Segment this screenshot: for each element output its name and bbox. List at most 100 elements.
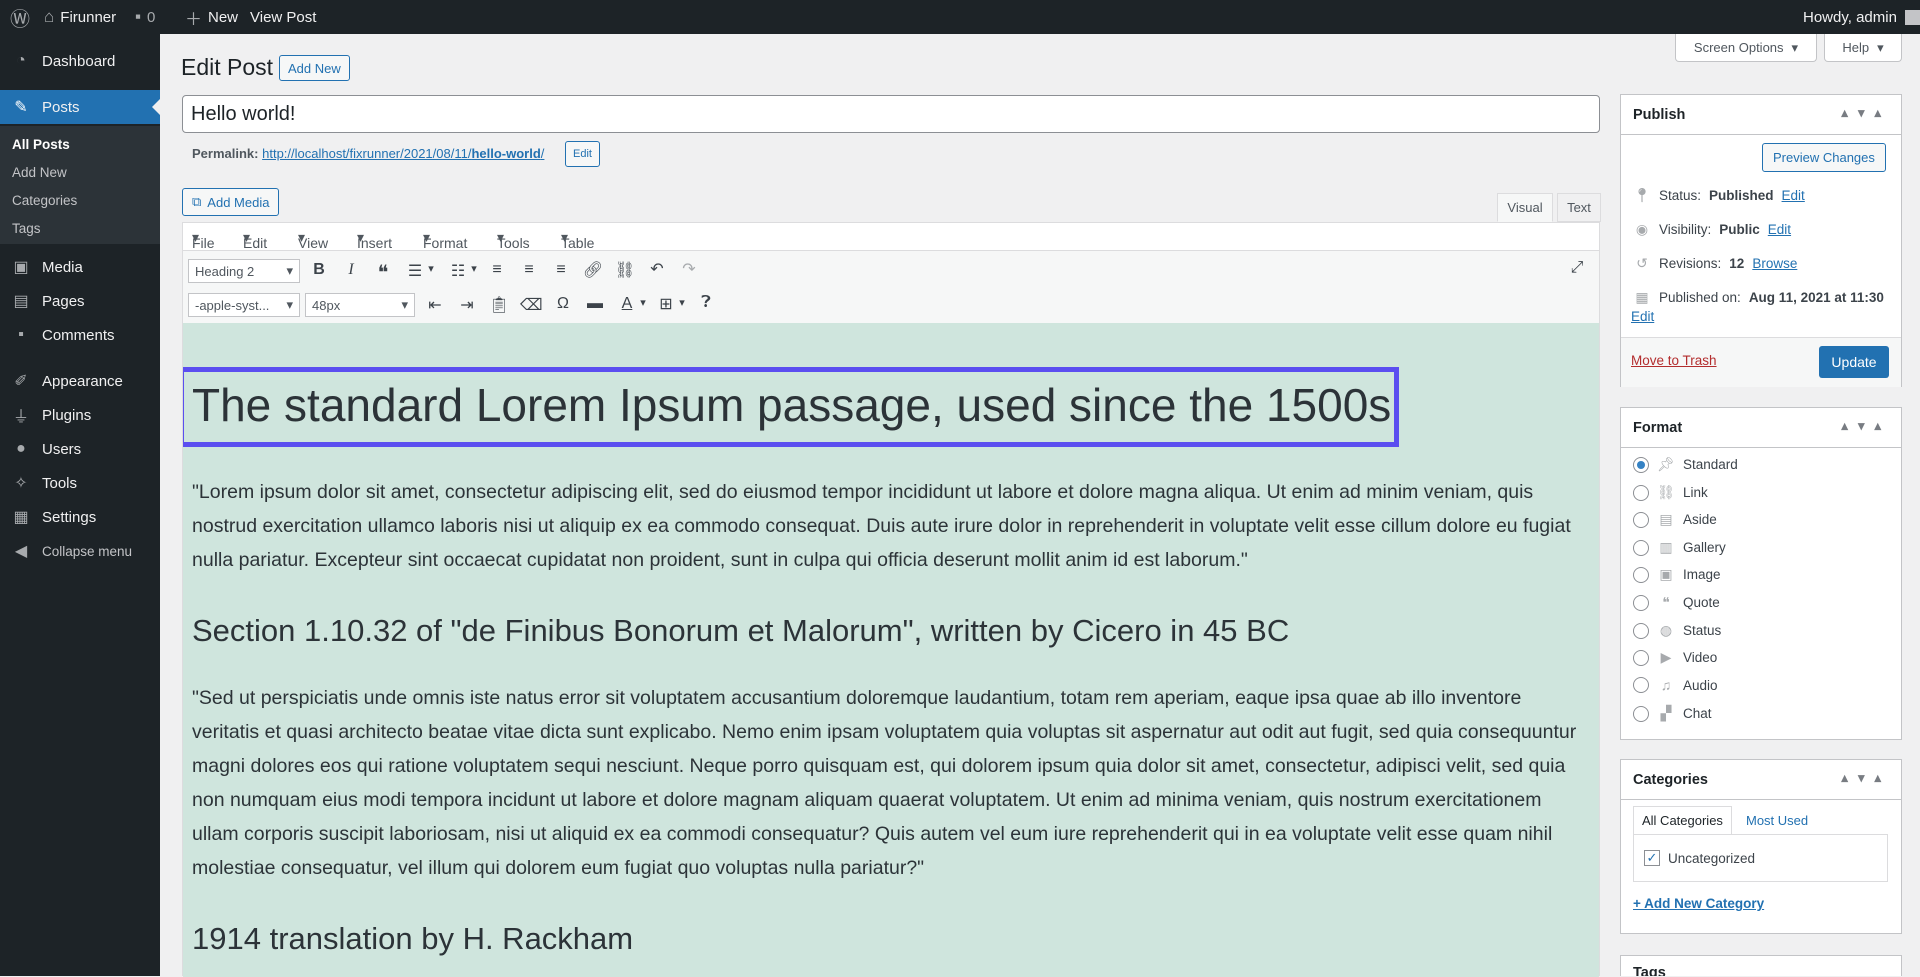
menu-table[interactable]: Table ▾ xyxy=(561,229,594,251)
browse-revisions-link[interactable]: Browse xyxy=(1752,256,1797,271)
menu-posts[interactable]: ✎ Posts xyxy=(0,90,160,124)
chevron-down-icon[interactable]: ▾ xyxy=(463,262,485,275)
add-media-button[interactable]: ⧉ Add Media xyxy=(182,188,280,216)
panel-controls[interactable]: ▴▾▴ xyxy=(1841,418,1891,434)
edit-date-link[interactable]: Edit xyxy=(1631,309,1654,324)
add-new-button[interactable]: Add New xyxy=(279,55,350,81)
submenu-tags[interactable]: Tags xyxy=(12,221,41,236)
radio-button[interactable] xyxy=(1633,649,1649,666)
radio-button[interactable] xyxy=(1633,456,1649,473)
link-icon[interactable]: 🔗︎ xyxy=(582,260,604,280)
chevron-down-icon[interactable]: ▾ xyxy=(671,296,693,309)
edit-permalink-button[interactable]: Edit xyxy=(565,141,600,167)
block-format-select[interactable]: Heading 2 ▾ xyxy=(188,259,300,283)
help-button[interactable]: Help ▾ xyxy=(1824,34,1902,62)
preview-changes-button[interactable]: Preview Changes xyxy=(1762,143,1886,172)
tab-text[interactable]: Text xyxy=(1557,193,1601,222)
radio-button[interactable] xyxy=(1633,677,1649,693)
submenu-all-posts[interactable]: All Posts xyxy=(12,137,70,152)
tab-visual[interactable]: Visual xyxy=(1497,193,1553,222)
format-option-chat[interactable]: ▞ Chat xyxy=(1633,705,1712,722)
fullscreen-icon[interactable]: ⤢ xyxy=(1566,259,1588,277)
tab-most-used[interactable]: Most Used xyxy=(1738,806,1816,834)
menu-tools[interactable]: ✧ Tools xyxy=(0,466,160,500)
menu-plugins[interactable]: ⏚ Plugins xyxy=(0,398,160,432)
menu-comments[interactable]: ▪ Comments xyxy=(0,318,160,352)
menu-tools[interactable]: Tools ▾ xyxy=(497,229,530,251)
radio-button[interactable] xyxy=(1633,566,1649,583)
font-size-select[interactable]: 48px ▾ xyxy=(305,293,415,317)
indent-icon[interactable]: ⇥ xyxy=(456,295,478,315)
font-family-select[interactable]: -apple-syst... ▾ xyxy=(188,293,300,317)
format-option-gallery[interactable]: ▥ Gallery xyxy=(1633,539,1726,556)
screen-options-button[interactable]: Screen Options ▾ xyxy=(1675,34,1817,62)
menu-view[interactable]: View ▾ xyxy=(298,229,328,251)
special-character-icon[interactable]: Ω xyxy=(552,295,574,313)
comments-link[interactable]: ▪ 0 xyxy=(135,0,155,34)
format-option-aside[interactable]: ▤ Aside xyxy=(1633,511,1717,528)
editor-content[interactable]: The standard Lorem Ipsum passage, used s… xyxy=(183,323,1599,977)
align-right-icon[interactable]: ≡ xyxy=(550,261,572,279)
collapse-menu-button[interactable]: ◀ Collapse menu xyxy=(0,534,160,568)
undo-icon[interactable]: ↶ xyxy=(646,259,668,279)
edit-visibility-link[interactable]: Edit xyxy=(1768,222,1791,237)
menu-format[interactable]: Format ▾ xyxy=(423,229,467,251)
chevron-down-icon[interactable]: ▾ xyxy=(420,262,442,275)
content-heading[interactable]: Section 1.10.32 of "de Finibus Bonorum e… xyxy=(192,613,1289,649)
menu-edit[interactable]: Edit ▾ xyxy=(243,229,267,251)
submenu-categories[interactable]: Categories xyxy=(12,193,77,208)
radio-button[interactable] xyxy=(1633,511,1649,528)
menu-media[interactable]: ▣ Media xyxy=(0,250,160,284)
menu-dashboard[interactable]: ◔ Dashboard xyxy=(0,44,160,78)
menu-settings[interactable]: ▦ Settings xyxy=(0,500,160,534)
paste-text-icon[interactable]: 📋︎ xyxy=(488,295,510,315)
clear-formatting-icon[interactable]: ⌫ xyxy=(520,295,543,315)
edit-status-link[interactable]: Edit xyxy=(1782,188,1805,203)
radio-button[interactable] xyxy=(1633,594,1649,611)
format-option-image[interactable]: ▣ Image xyxy=(1633,566,1721,583)
format-option-quote[interactable]: ❝ Quote xyxy=(1633,594,1720,611)
content-heading[interactable]: 1914 translation by H. Rackham xyxy=(192,921,633,957)
radio-button[interactable] xyxy=(1633,622,1649,639)
format-option-video[interactable]: ▶ Video xyxy=(1633,649,1717,666)
menu-appearance[interactable]: ✐ Appearance xyxy=(0,364,160,398)
tab-all-categories[interactable]: All Categories xyxy=(1633,806,1732,834)
content-paragraph[interactable]: "Sed ut perspiciatis unde omnis iste nat… xyxy=(192,681,1590,885)
bold-icon[interactable]: B xyxy=(308,261,330,279)
redo-icon[interactable]: ↷ xyxy=(678,259,700,279)
format-option-status[interactable]: ◍ Status xyxy=(1633,622,1721,639)
align-left-icon[interactable]: ≡ xyxy=(486,261,508,279)
radio-button[interactable] xyxy=(1633,484,1649,501)
checkbox-checked-icon[interactable]: ✓ xyxy=(1644,850,1660,866)
post-title-input[interactable]: Hello world! xyxy=(182,95,1600,133)
wordpress-logo-icon[interactable]: Ⓦ xyxy=(10,0,30,34)
panel-controls[interactable]: ▴▾▴ xyxy=(1841,770,1891,786)
panel-controls[interactable]: ▴▾▴ xyxy=(1841,105,1891,121)
add-new-category-link[interactable]: + Add New Category xyxy=(1633,896,1764,911)
submenu-add-new[interactable]: Add New xyxy=(12,165,67,180)
blockquote-icon[interactable]: ❝ xyxy=(372,260,394,285)
menu-file[interactable]: File ▾ xyxy=(192,229,215,251)
view-post-link[interactable]: View Post xyxy=(250,0,316,34)
menu-pages[interactable]: ▤ Pages xyxy=(0,284,160,318)
move-to-trash-link[interactable]: Move to Trash xyxy=(1631,353,1717,368)
radio-button[interactable] xyxy=(1633,705,1649,722)
horizontal-line-icon[interactable]: ▬ xyxy=(584,295,606,313)
italic-icon[interactable]: I xyxy=(340,261,362,279)
chevron-down-icon[interactable]: ▾ xyxy=(632,296,654,309)
menu-users[interactable]: ● Users xyxy=(0,432,160,466)
content-paragraph[interactable]: "Lorem ipsum dolor sit amet, consectetur… xyxy=(192,475,1590,577)
format-option-standard[interactable]: 📌︎ Standard xyxy=(1633,456,1738,473)
unlink-icon[interactable]: ⛓︎ xyxy=(614,260,636,280)
format-option-audio[interactable]: ♫ Audio xyxy=(1633,677,1718,693)
align-center-icon[interactable]: ≡ xyxy=(518,261,540,279)
menu-insert[interactable]: Insert ▾ xyxy=(357,229,392,251)
category-uncategorized[interactable]: ✓ Uncategorized xyxy=(1644,850,1755,866)
site-name-link[interactable]: ⌂ Firunner xyxy=(44,0,116,34)
permalink-link[interactable]: http://localhost/fixrunner/2021/08/11/he… xyxy=(262,146,544,161)
update-button[interactable]: Update xyxy=(1819,346,1889,378)
radio-button[interactable] xyxy=(1633,539,1649,556)
format-option-link[interactable]: ⛓︎ Link xyxy=(1633,484,1708,501)
outdent-icon[interactable]: ⇤ xyxy=(424,295,446,315)
my-account-link[interactable]: Howdy, admin xyxy=(1803,0,1920,34)
